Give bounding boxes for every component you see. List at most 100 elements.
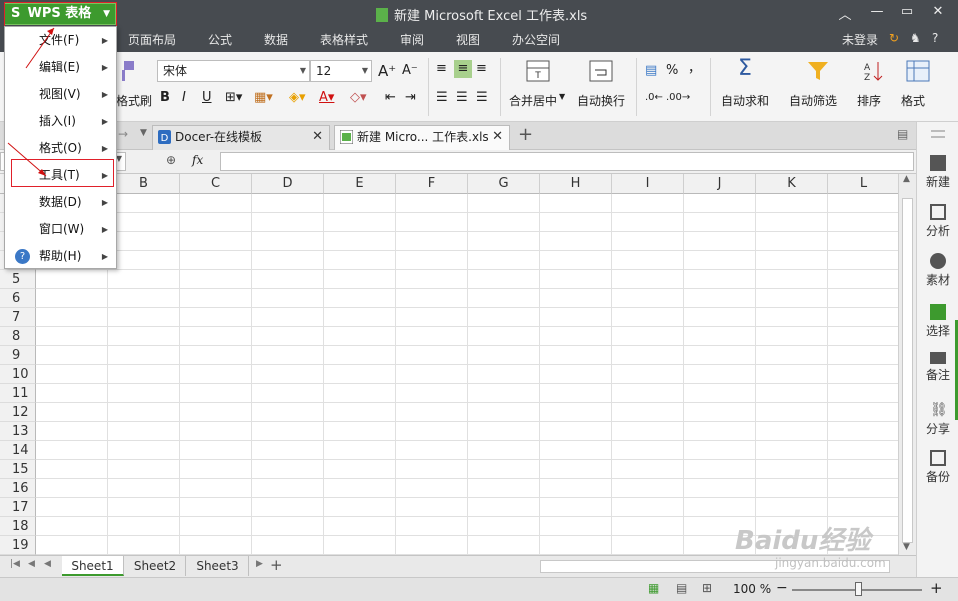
format-painter-icon[interactable] <box>116 60 140 82</box>
fx-button[interactable]: fx <box>192 153 203 167</box>
row-header[interactable]: 16 <box>0 479 36 498</box>
column-header[interactable]: C <box>180 174 252 194</box>
page-break-view-icon[interactable]: ⊞ <box>702 581 712 595</box>
tab-docer[interactable]: D Docer-在线模板 ✕ <box>152 125 330 150</box>
menu-table-style[interactable]: 表格样式 <box>320 31 368 48</box>
border-icon[interactable]: ⊞▾ <box>225 89 242 107</box>
zoom-out-button[interactable]: − <box>776 580 788 596</box>
italic-button[interactable]: I <box>182 89 186 107</box>
help-icon[interactable]: ? <box>932 31 938 45</box>
menu-item-view[interactable]: 视图(V) ▶ <box>5 81 116 108</box>
chevron-down-icon[interactable]: ▼ <box>140 128 147 138</box>
row-header[interactable]: 18 <box>0 517 36 536</box>
normal-view-icon[interactable]: ▦ <box>648 581 659 595</box>
row-header[interactable]: 15 <box>0 460 36 479</box>
align-right-icon[interactable]: ☰ <box>476 89 488 107</box>
column-header[interactable]: L <box>828 174 898 194</box>
decrease-decimal-icon[interactable]: .00→ <box>666 89 690 107</box>
vertical-scrollbar[interactable]: ▲ ▼ <box>898 174 916 555</box>
prev-sheet-icon[interactable]: ◀ <box>28 559 35 569</box>
row-header[interactable]: 6 <box>0 289 36 308</box>
spreadsheet-grid[interactable]: A B C D E F G H I J K L 1234567891011121… <box>0 174 898 555</box>
font-color-icon[interactable]: A▾ <box>319 89 334 107</box>
panel-item-new[interactable]: 新建 <box>917 155 958 190</box>
percent-button[interactable]: % <box>666 62 678 80</box>
page-layout-view-icon[interactable]: ▤ <box>676 581 687 595</box>
cell-style-icon[interactable]: ▦▾ <box>254 89 273 107</box>
format-label[interactable]: 格式 <box>901 92 925 109</box>
autosum-label[interactable]: 自动求和 <box>721 92 769 109</box>
sheet-tab-2[interactable]: Sheet2 <box>125 556 186 576</box>
format-icon[interactable] <box>906 60 930 82</box>
row-header[interactable]: 11 <box>0 384 36 403</box>
menu-formulas[interactable]: 公式 <box>208 31 232 48</box>
merge-center-icon[interactable]: T <box>526 60 550 82</box>
merge-center-label[interactable]: 合并居中 <box>509 92 557 109</box>
autofilter-label[interactable]: 自动筛选 <box>789 92 837 109</box>
clear-icon[interactable]: ◇▾ <box>350 89 367 107</box>
row-header[interactable]: 8 <box>0 327 36 346</box>
row-header[interactable]: 12 <box>0 403 36 422</box>
column-header[interactable]: F <box>396 174 468 194</box>
fill-color-icon[interactable]: ◈▾ <box>289 89 306 107</box>
menu-item-file[interactable]: 文件(F) ▶ <box>5 27 116 54</box>
scroll-up-icon[interactable]: ▲ <box>903 174 910 184</box>
close-icon[interactable]: ✕ <box>492 126 503 148</box>
row-header[interactable]: 5 <box>0 270 36 289</box>
menu-item-help[interactable]: ? 帮助(H) ▶ <box>5 243 116 270</box>
increase-decimal-icon[interactable]: .0← <box>645 89 663 107</box>
prev-sheet-icon[interactable]: ◀ <box>44 559 51 569</box>
wrap-text-icon[interactable] <box>589 60 613 82</box>
row-header[interactable]: 7 <box>0 308 36 327</box>
zoom-in-button[interactable]: + <box>930 579 943 597</box>
row-header[interactable]: 14 <box>0 441 36 460</box>
sheet-tab-3[interactable]: Sheet3 <box>187 556 249 576</box>
panel-item-notes[interactable]: 备注 <box>917 352 958 383</box>
skin-icon[interactable]: ↻ <box>889 31 899 45</box>
format-painter-label[interactable]: 格式刷 <box>116 92 152 109</box>
panel-item-backup[interactable]: 备份 <box>917 450 958 485</box>
chevron-down-icon[interactable]: ▼ <box>559 92 565 101</box>
close-button[interactable]: ✕ <box>926 4 950 22</box>
zoom-slider-thumb[interactable] <box>855 582 862 596</box>
panel-item-share[interactable]: ⛓ 分享 <box>917 402 958 437</box>
menu-page-layout[interactable]: 页面布局 <box>128 31 176 48</box>
close-icon[interactable]: ✕ <box>312 126 323 148</box>
sort-icon[interactable]: AZ <box>862 60 886 82</box>
panel-item-material[interactable]: 素材 <box>917 253 958 288</box>
column-header[interactable]: E <box>324 174 396 194</box>
new-tab-button[interactable]: + <box>518 124 533 145</box>
menu-item-window[interactable]: 窗口(W) ▶ <box>5 216 116 243</box>
minimize-button[interactable]: — <box>865 4 889 22</box>
menu-view[interactable]: 视图 <box>456 31 480 48</box>
align-center-icon[interactable]: ☰ <box>456 89 468 107</box>
row-header[interactable]: 13 <box>0 422 36 441</box>
underline-button[interactable]: U <box>202 89 212 107</box>
panel-item-select[interactable]: 选择 <box>917 304 958 339</box>
scroll-thumb[interactable] <box>902 198 913 543</box>
row-header[interactable]: 10 <box>0 365 36 384</box>
indent-increase-icon[interactable]: ⇥ <box>405 89 416 107</box>
align-bottom-icon[interactable]: ≡ <box>476 60 487 78</box>
arrow-right-icon[interactable]: → <box>118 127 128 141</box>
menu-item-insert[interactable]: 插入(I) ▶ <box>5 108 116 135</box>
wrap-text-label[interactable]: 自动换行 <box>577 92 625 109</box>
scroll-down-icon[interactable]: ▼ <box>903 542 910 552</box>
menu-office-space[interactable]: 办公空间 <box>512 31 560 48</box>
bold-button[interactable]: B <box>160 89 170 107</box>
comma-button[interactable]: ， <box>688 60 701 78</box>
collapse-ribbon-button[interactable]: ︿ <box>833 4 857 23</box>
menu-data[interactable]: 数据 <box>264 31 288 48</box>
autofilter-icon[interactable] <box>806 60 830 82</box>
tab-workbook[interactable]: 新建 Micro... 工作表.xls ✕ <box>334 125 510 150</box>
sheet-tab-1[interactable]: Sheet1 <box>62 556 124 576</box>
formula-input[interactable] <box>220 152 914 171</box>
sort-label[interactable]: 排序 <box>857 92 881 109</box>
column-header[interactable]: B <box>108 174 180 194</box>
currency-icon[interactable]: ▤ <box>645 62 657 80</box>
column-header[interactable]: G <box>468 174 540 194</box>
column-header[interactable]: J <box>684 174 756 194</box>
column-header[interactable]: D <box>252 174 324 194</box>
column-header[interactable]: K <box>756 174 828 194</box>
column-header[interactable]: H <box>540 174 612 194</box>
